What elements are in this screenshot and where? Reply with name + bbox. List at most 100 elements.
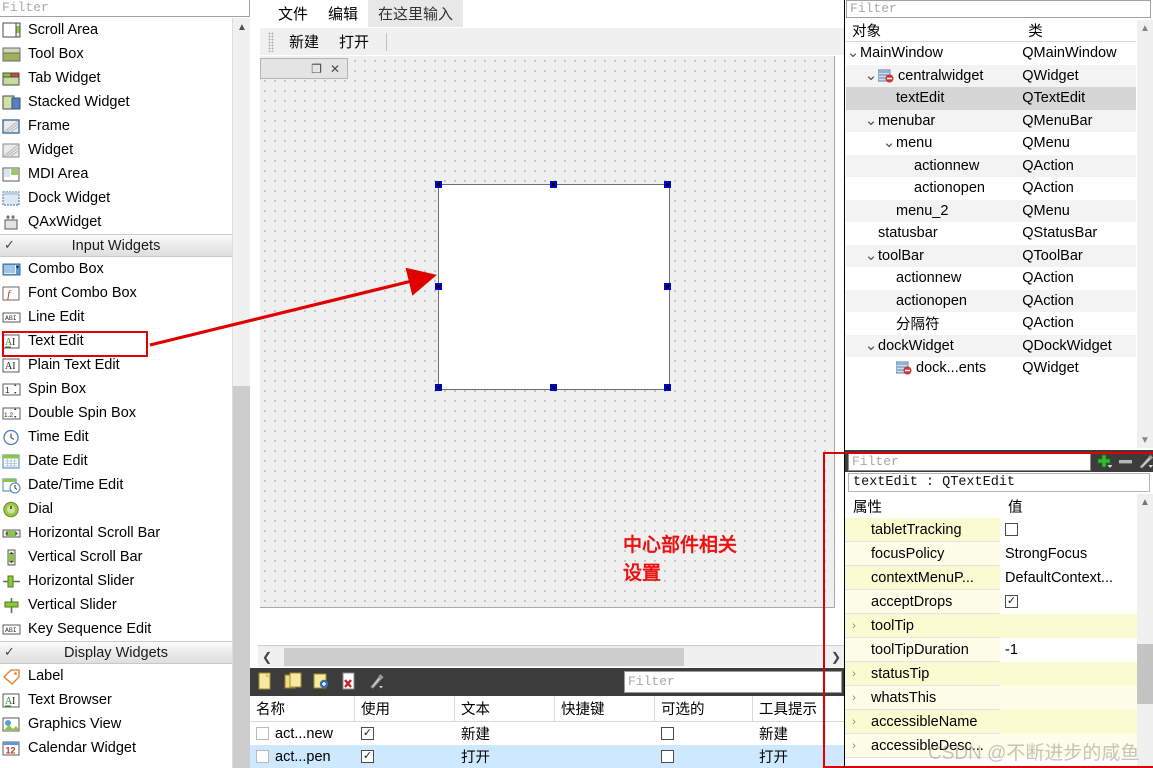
widget-box-category[interactable]: ✓ Display Widgets (0, 641, 232, 664)
object-inspector-row[interactable]: menu_2 QMenu (846, 199, 1136, 222)
property-checkbox[interactable]: ✓ (1005, 595, 1018, 608)
chevron-right-icon[interactable]: › (845, 716, 863, 728)
widget-box-item[interactable]: 1 Spin Box (0, 377, 232, 401)
action-tooltip-cell[interactable]: 新建 (753, 722, 845, 745)
chevron-right-icon[interactable]: › (845, 740, 863, 752)
action-checkable-cell[interactable] (655, 722, 753, 745)
selection-handle[interactable] (664, 384, 671, 391)
object-inspector-row[interactable]: statusbar QStatusBar (846, 222, 1136, 245)
widget-box-item[interactable]: Combo Box (0, 257, 232, 281)
widget-box-item[interactable]: Tab Widget (0, 66, 232, 90)
property-value-cell[interactable]: ✓ (1000, 589, 1137, 614)
widget-box-list[interactable]: Scroll Area Tool Box Tab Widget Stacked Wid… (0, 18, 232, 768)
dock-widget-titlebar[interactable]: ❐ ✕ (260, 58, 348, 79)
widget-box-item[interactable]: 1.2 Double Spin Box (0, 401, 232, 425)
property-value-cell[interactable]: -1 (1000, 637, 1137, 662)
chevron-down-icon[interactable]: ⌄ (864, 113, 878, 128)
chevron-left-icon[interactable]: ❮ (258, 646, 276, 668)
action-column-header[interactable]: 使用 (355, 696, 455, 721)
chevron-down-icon[interactable]: ⌄ (864, 248, 878, 263)
scrollbar-thumb[interactable] (233, 386, 250, 768)
scrollbar-thumb[interactable] (1137, 644, 1153, 704)
object-inspector-row[interactable]: ⌄ toolBar QToolBar (846, 244, 1136, 267)
property-value-cell[interactable]: StrongFocus (1000, 541, 1137, 566)
widget-box-item[interactable]: f Font Combo Box (0, 281, 232, 305)
delete-action-icon[interactable] (340, 672, 360, 692)
action-icon-checkbox[interactable] (256, 727, 269, 740)
object-inspector-row[interactable]: ⌄ dockWidget QDockWidget (846, 334, 1136, 357)
property-value-cell[interactable] (1000, 661, 1137, 686)
chevron-down-icon[interactable]: ⌄ (864, 68, 878, 83)
chevron-right-icon[interactable]: › (845, 620, 863, 632)
object-cell[interactable]: dock...ents (846, 360, 1022, 376)
action-text-cell[interactable]: 打开 (455, 745, 555, 768)
widget-box-item[interactable]: Stacked Widget (0, 90, 232, 114)
object-inspector-row[interactable]: ⌄ menubar QMenuBar (846, 109, 1136, 132)
chevron-down-icon[interactable]: ⌄ (882, 135, 896, 150)
property-row[interactable]: tabletTracking (845, 517, 1137, 542)
property-editor-rows[interactable]: tabletTracking focusPolicy StrongFocus cont… (845, 517, 1137, 758)
chevron-right-icon[interactable]: › (845, 692, 863, 704)
object-inspector-row[interactable]: actionnew QAction (846, 267, 1136, 290)
chevron-right-icon[interactable]: › (845, 668, 863, 680)
action-shortcut-cell[interactable] (555, 745, 655, 768)
action-table-row[interactable]: act...pen ✓ 打开 打开 (250, 745, 845, 768)
action-column-header[interactable]: 文本 (455, 696, 555, 721)
object-inspector-row[interactable]: dock...ents QWidget (846, 357, 1136, 380)
configure-icon[interactable] (368, 672, 388, 692)
property-name-cell[interactable]: contextMenuP... (845, 566, 1000, 590)
form-menubar[interactable]: 文件 编辑 在这里输入 (250, 0, 845, 27)
edit-action-icon[interactable] (312, 672, 332, 692)
widget-box-filter-input[interactable]: Filter (0, 0, 250, 17)
configure-property-icon[interactable] (1135, 452, 1153, 470)
property-row[interactable]: focusPolicy StrongFocus (845, 541, 1137, 566)
property-column-header[interactable]: 值 (1000, 494, 1137, 518)
scrollbar-track[interactable] (276, 646, 827, 668)
chevron-down-icon[interactable]: ⌄ (846, 45, 860, 60)
property-name-cell[interactable]: › whatsThis (845, 686, 1000, 710)
widget-box-item[interactable]: Graphics View (0, 712, 232, 736)
action-tooltip-cell[interactable]: 打开 (753, 745, 845, 768)
property-value-cell[interactable] (1000, 613, 1137, 638)
action-text-cell[interactable]: 新建 (455, 722, 555, 745)
widget-box-item[interactable]: A I Text Browser (0, 688, 232, 712)
chevron-up-icon[interactable]: ▲ (233, 18, 250, 36)
property-value-cell[interactable] (1000, 685, 1137, 710)
property-value-cell[interactable] (1000, 517, 1137, 542)
object-inspector-column-header[interactable]: 对象 (846, 20, 1022, 41)
property-row[interactable]: › whatsThis (845, 685, 1137, 710)
chevron-down-icon[interactable]: ▼ (1137, 432, 1153, 448)
action-column-header[interactable]: 名称 (250, 696, 355, 721)
close-icon[interactable]: ✕ (330, 62, 340, 76)
selection-handle[interactable] (435, 181, 442, 188)
action-name-cell[interactable]: act...new (250, 722, 355, 745)
widget-box-item[interactable]: Time Edit (0, 425, 232, 449)
selection-handle[interactable] (664, 181, 671, 188)
property-row[interactable]: contextMenuP... DefaultContext... (845, 565, 1137, 590)
property-name-cell[interactable]: › accessibleName (845, 710, 1000, 734)
widget-box-category[interactable]: ✓ Input Widgets (0, 234, 232, 257)
used-checkbox[interactable]: ✓ (361, 727, 374, 740)
add-property-icon[interactable] (1093, 452, 1115, 470)
widget-box-item[interactable]: 12 Calendar Widget (0, 736, 232, 760)
widget-box-item[interactable]: MDI Area (0, 162, 232, 186)
form-toolbar[interactable]: 新建 打开 (260, 28, 845, 55)
widget-box-item[interactable]: Dock Widget (0, 186, 232, 210)
selection-handle[interactable] (549, 181, 557, 188)
widget-box-item[interactable]: Label (0, 664, 232, 688)
object-cell[interactable]: actionnew (846, 158, 1022, 174)
widget-box-item[interactable]: Horizontal Slider (0, 569, 232, 593)
object-cell[interactable]: actionopen (846, 180, 1022, 196)
widget-box-item[interactable]: ABI Key Sequence Edit (0, 617, 232, 641)
widget-box-item[interactable]: Date Edit (0, 449, 232, 473)
property-row[interactable]: acceptDrops ✓ (845, 589, 1137, 614)
copy-action-icon[interactable] (284, 672, 304, 692)
widget-box-scrollbar[interactable]: ▲ (232, 18, 250, 768)
selection-handle[interactable] (435, 282, 442, 290)
property-row[interactable]: › toolTip (845, 613, 1137, 638)
object-inspector-filter-input[interactable]: Filter (846, 0, 1151, 18)
widget-box-item[interactable]: Vertical Slider (0, 593, 232, 617)
chevron-down-icon[interactable]: ⌄ (864, 338, 878, 353)
checkable-checkbox[interactable] (661, 750, 674, 763)
property-name-cell[interactable]: › statusTip (845, 662, 1000, 686)
